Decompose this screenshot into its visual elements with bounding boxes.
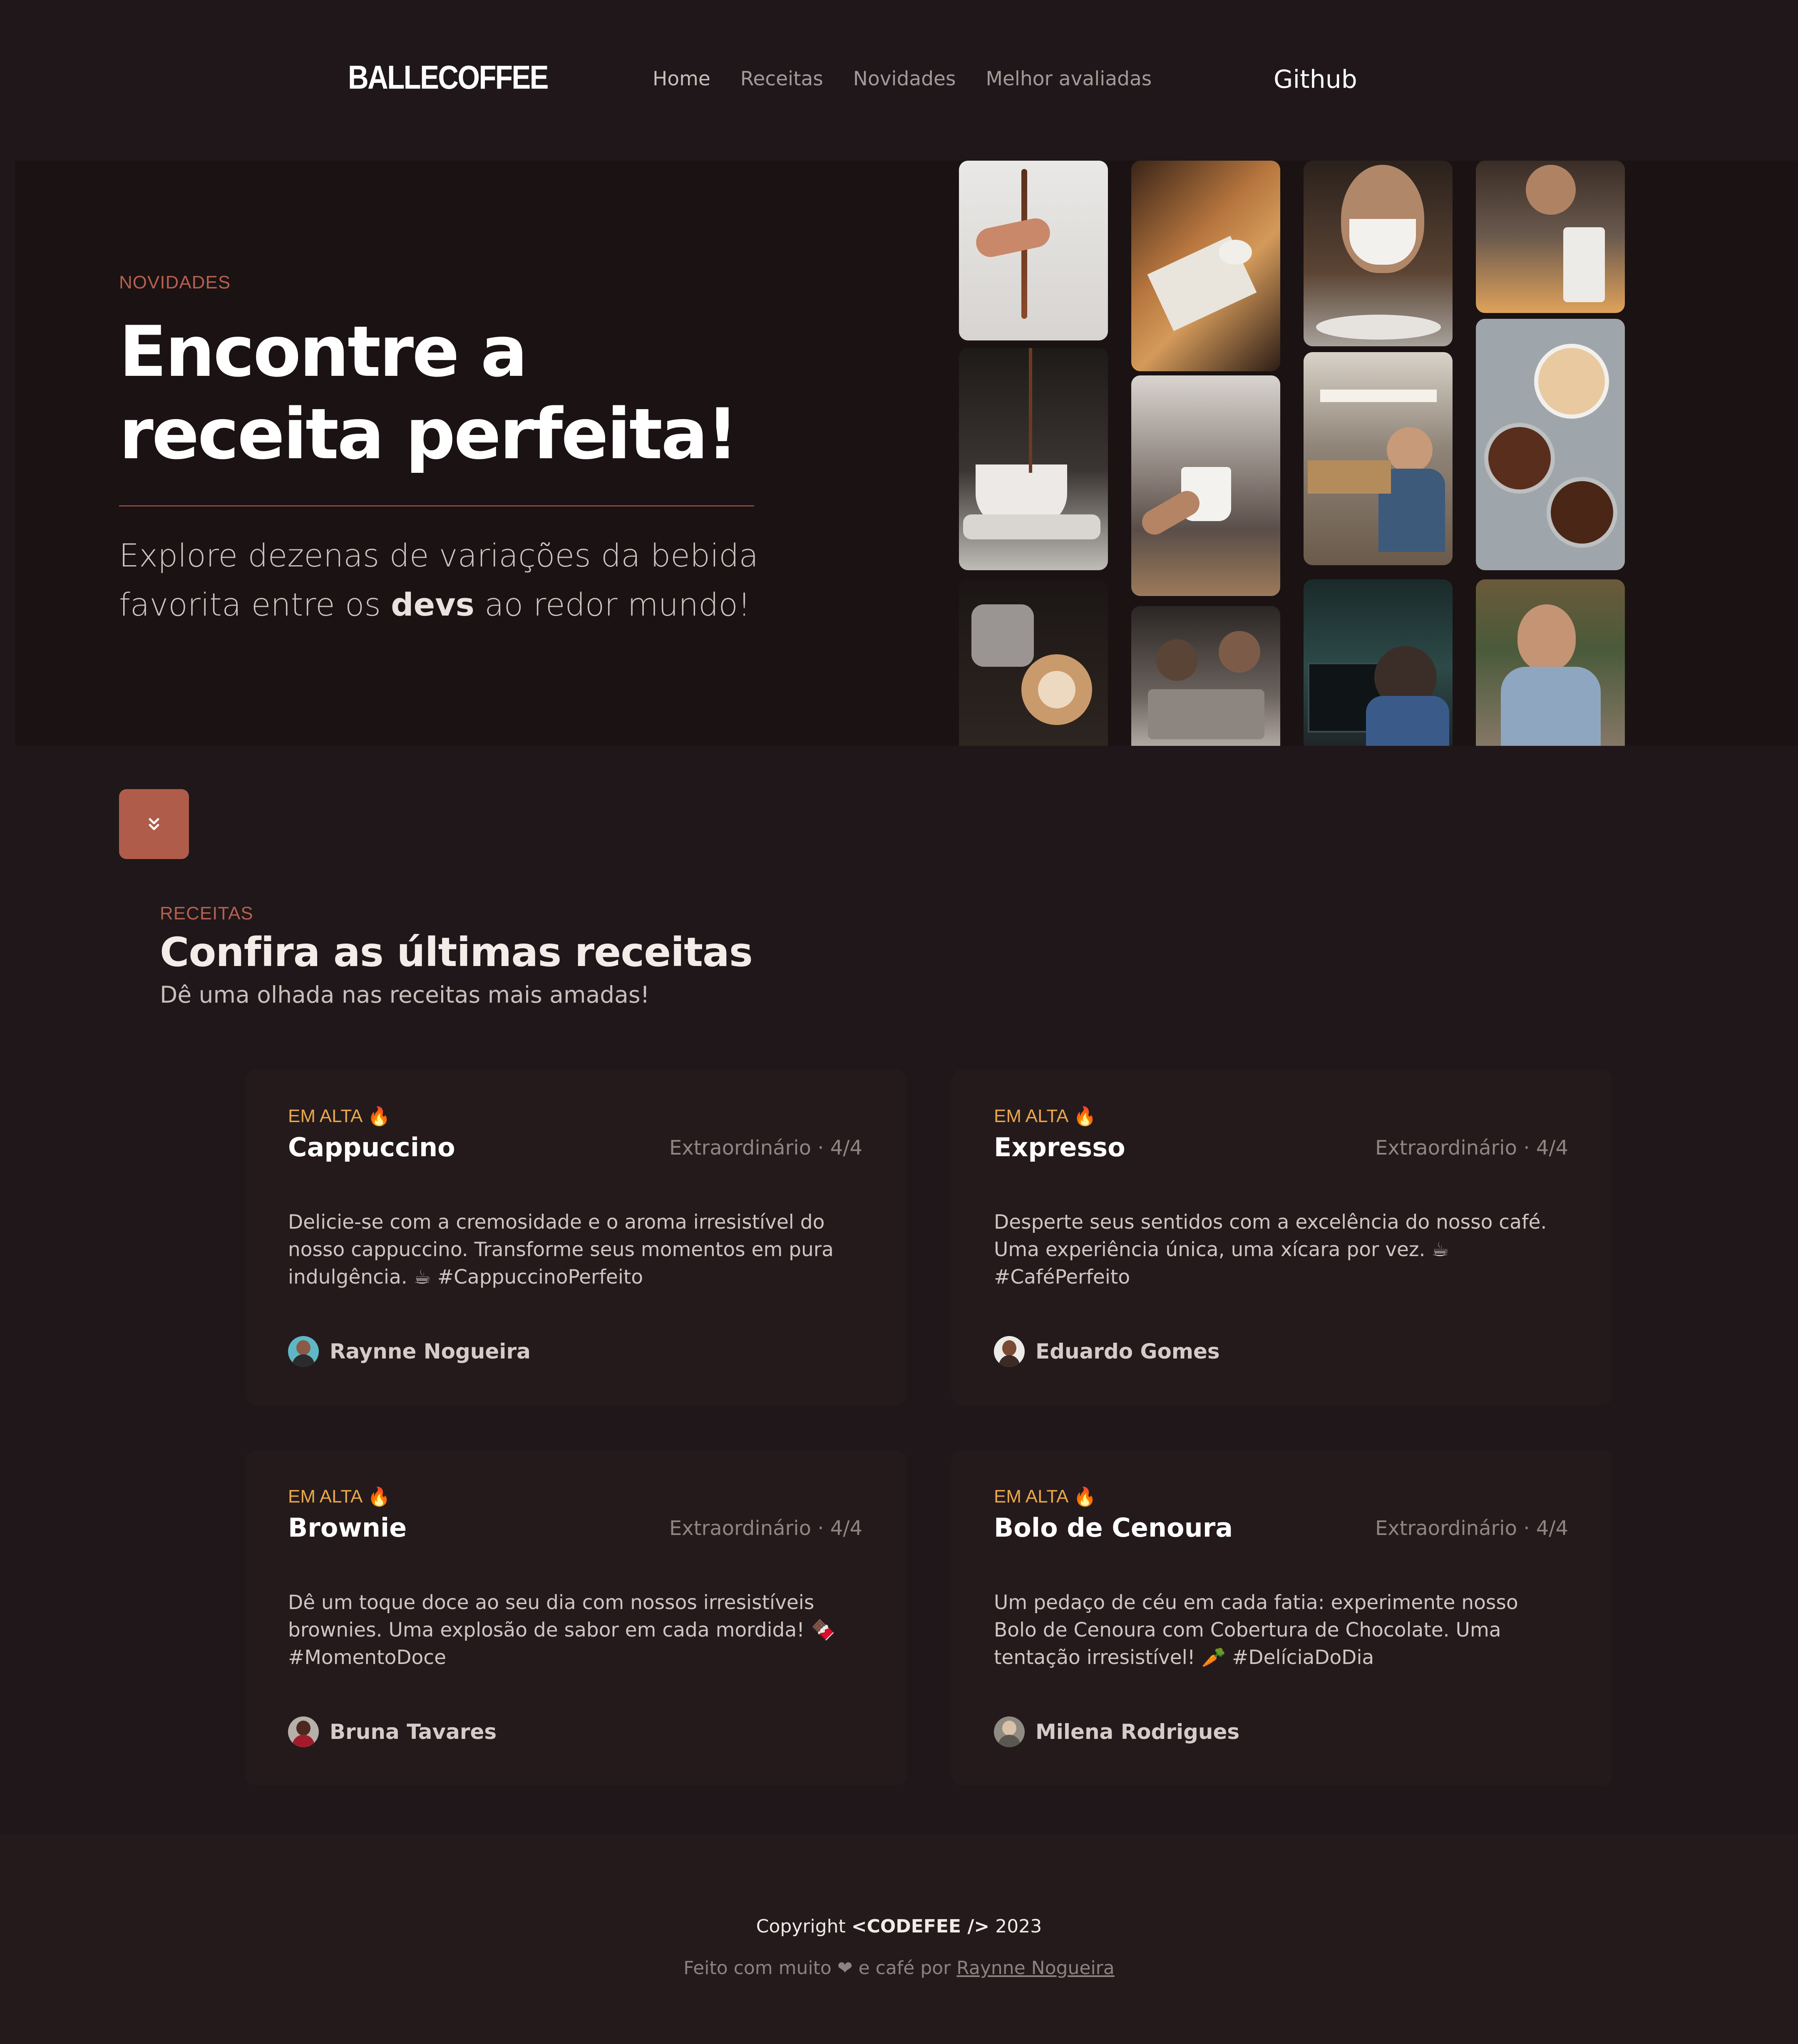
recipe-description: Um pedaço de céu em cada fatia: experime… [994,1591,1518,1669]
fire-icon: 🔥 [1073,1106,1097,1127]
author-name: Bruna Tavares [330,1720,497,1744]
photo-man-laptop [1476,579,1625,746]
fire-icon: 🔥 [1073,1487,1097,1507]
recipe-card-expresso[interactable]: EM ALTA 🔥 Expresso Extraordinário · 4/4 D… [951,1070,1612,1405]
recipe-name: Expresso [994,1132,1125,1162]
heart-icon: ❤ [837,1957,853,1979]
recipe-rating: Extraordinário · 4/4 [1375,1517,1568,1540]
recipe-rating: Extraordinário · 4/4 [1375,1136,1568,1160]
avatar [994,1716,1025,1747]
hero-title-line-2: receita perfeita! [119,393,738,475]
top-navbar: BALLECOFFEE Home Receitas Novidades Melh… [0,0,1798,161]
author-name: Eduardo Gomes [1036,1339,1220,1363]
recipes-title: Confira as últimas receitas [160,929,753,976]
photo-steaming-mug [1131,375,1280,596]
recipe-card-brownie[interactable]: EM ALTA 🔥 Brownie Extraordinário · 4/4 Dê… [246,1450,906,1786]
copyright-year: 2023 [989,1916,1042,1937]
recipe-name: Brownie [288,1513,407,1543]
nav-link-receitas[interactable]: Receitas [740,67,823,90]
trending-badge: EM ALTA 🔥 [994,1105,1096,1127]
recipes-header: RECEITAS Confira as últimas receitas Dê … [160,903,753,1008]
footer: Copyright <CODEFEE /> 2023 Feito com mui… [0,1834,1798,2044]
avatar [994,1336,1025,1367]
recipe-name: Bolo de Cenoura [994,1513,1233,1543]
photo-desk-notebook [1131,161,1280,371]
author-link[interactable]: Raynne Nogueira [956,1957,1114,1979]
recipe-card-bolo-de-cenoura[interactable]: EM ALTA 🔥 Bolo de Cenoura Extraordinário … [951,1450,1612,1786]
photo-developer-monitor [1304,579,1453,746]
trending-label: EM ALTA [994,1106,1069,1126]
recipe-name: Cappuccino [288,1132,455,1162]
copyright-brand: <CODEFEE /> [851,1916,990,1937]
photo-woman-drinking [1304,161,1453,346]
made-middle: e café por [852,1957,957,1979]
copyright-prefix: Copyright [756,1916,852,1937]
hero-subtitle-bold: devs [391,586,474,623]
fire-icon: 🔥 [368,1487,391,1507]
brand-logo[interactable]: BALLECOFFEE [348,58,549,97]
trending-badge: EM ALTA 🔥 [994,1486,1096,1508]
photo-cup-pour [959,348,1108,570]
trending-label: EM ALTA [288,1106,363,1126]
fire-icon: 🔥 [368,1106,391,1127]
github-link[interactable]: Github [1274,65,1357,94]
made-with-love: Feito com muito ❤ e café por Raynne Nogu… [0,1957,1798,1979]
photo-portafilter-latte [1476,319,1625,570]
photo-coffee-pour [959,161,1108,340]
trending-label: EM ALTA [994,1486,1069,1507]
photo-barista-counter [1131,606,1280,746]
nav-link-novidades[interactable]: Novidades [853,67,956,90]
hero-divider [119,505,754,507]
recipe-rating: Extraordinário · 4/4 [669,1517,862,1540]
photo-gallery [959,161,1642,746]
hero-title-line-1: Encontre a [119,311,528,392]
hero-eyebrow: NOVIDADES [119,272,231,293]
double-chevron-down-icon [149,818,159,830]
trending-label: EM ALTA [288,1486,363,1507]
recipe-card-cappuccino[interactable]: EM ALTA 🔥 Cappuccino Extraordinário · 4/4… [246,1070,906,1405]
photo-latte-art [959,579,1108,746]
avatar [288,1336,319,1367]
hero-section: NOVIDADES Encontre a receita perfeita! E… [15,161,1798,746]
photo-office-meeting [1304,352,1453,565]
nav-link-melhor-avaliadas[interactable]: Melhor avaliadas [986,67,1152,90]
trending-badge: EM ALTA 🔥 [288,1105,390,1127]
recipe-rating: Extraordinário · 4/4 [669,1136,862,1160]
recipe-description: Delicie-se com a cremosidade e o aroma i… [288,1211,834,1289]
trending-badge: EM ALTA 🔥 [288,1486,390,1508]
recipe-description: Dê um toque doce ao seu dia com nossos i… [288,1591,835,1669]
nav-links: Home Receitas Novidades Melhor avaliadas [653,67,1152,90]
avatar [288,1716,319,1747]
recipe-author: Raynne Nogueira [288,1336,531,1367]
author-name: Raynne Nogueira [330,1339,531,1363]
copyright: Copyright <CODEFEE /> 2023 [0,1916,1798,1937]
hero-subtitle: Explore dezenas de variações da bebida f… [119,531,768,629]
nav-link-home[interactable]: Home [653,67,710,90]
recipes-eyebrow: RECEITAS [160,903,253,924]
recipe-author: Milena Rodrigues [994,1716,1239,1747]
recipe-author: Eduardo Gomes [994,1336,1220,1367]
recipe-description: Desperte seus sentidos com a excelência … [994,1211,1547,1289]
scroll-down-button[interactable] [119,789,189,859]
recipes-subtitle: Dê uma olhada nas receitas mais amadas! [160,981,650,1008]
hero-subtitle-end: ao redor mundo! [474,586,751,623]
hero-title: Encontre a receita perfeita! [119,310,827,475]
author-name: Milena Rodrigues [1036,1720,1240,1744]
made-prefix: Feito com muito [683,1957,837,1979]
recipe-author: Bruna Tavares [288,1716,497,1747]
photo-barista-woman [1476,161,1625,313]
